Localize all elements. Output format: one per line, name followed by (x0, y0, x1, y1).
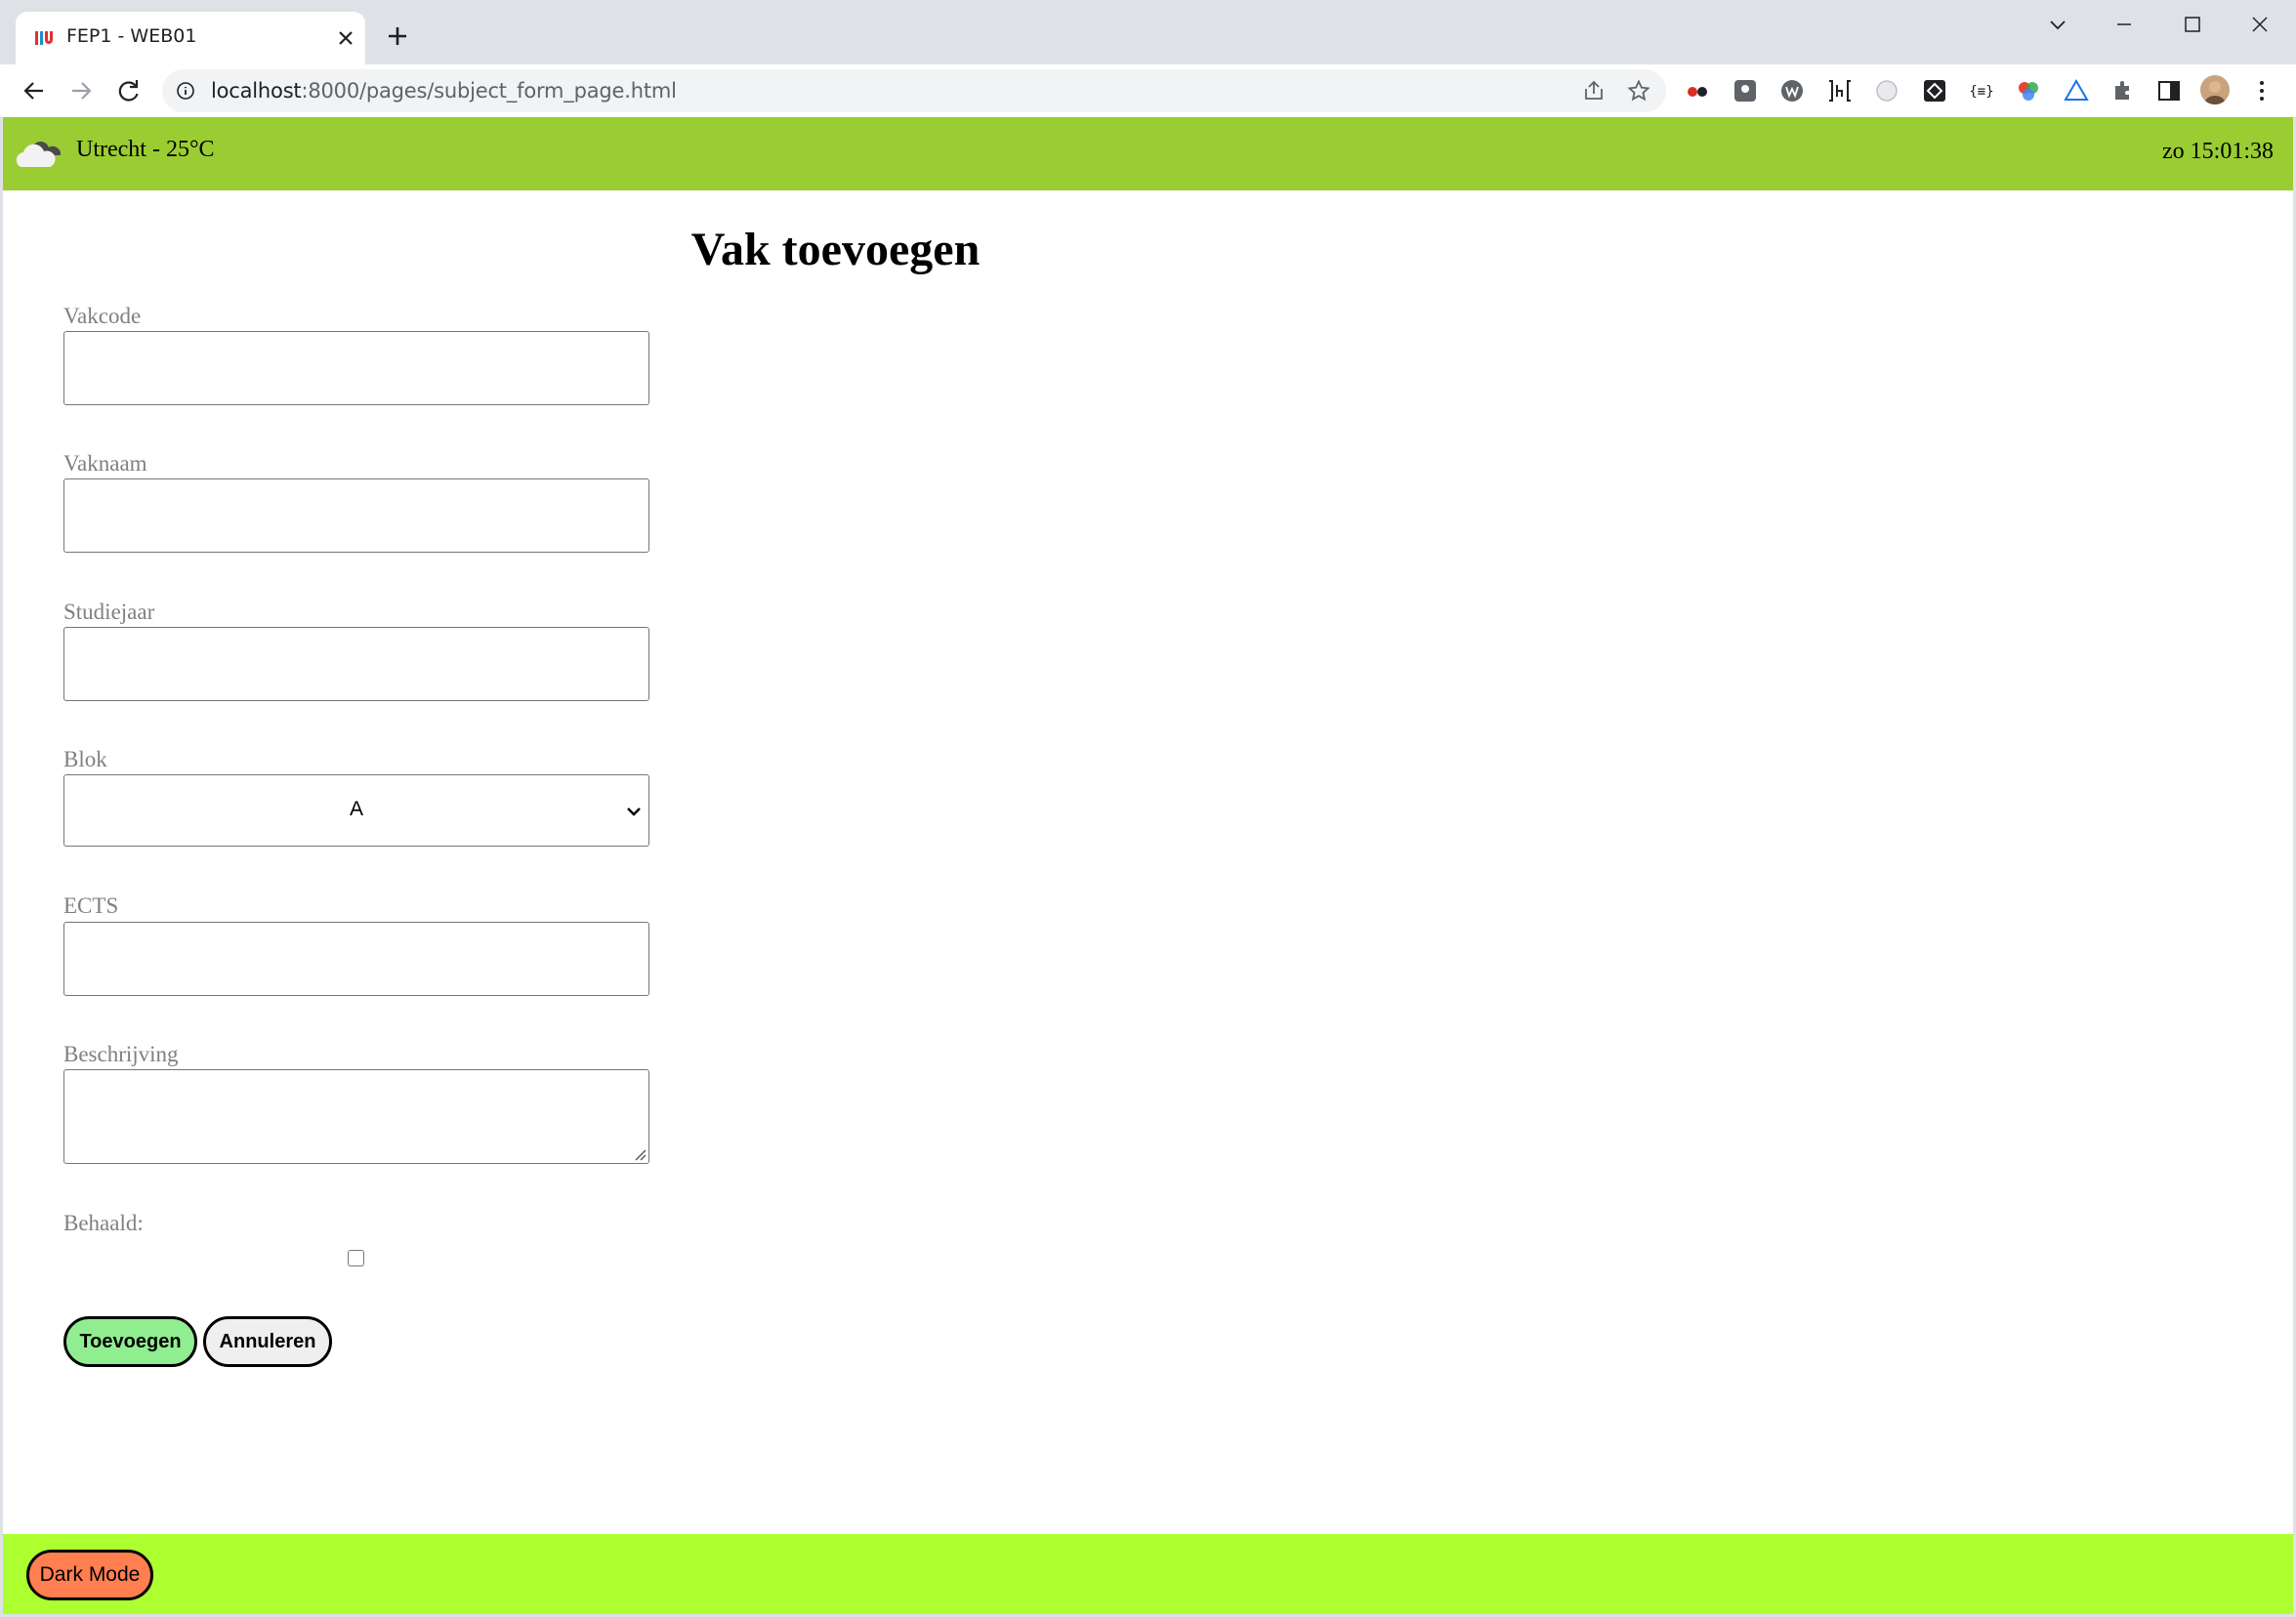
weather-text: Utrecht - 25°C (76, 137, 215, 162)
address-bar[interactable]: localhost:8000/pages/subject_form_page.h… (162, 69, 1666, 112)
tab-search-chevron-icon[interactable] (2043, 10, 2072, 39)
extension-braces-icon[interactable]: {≡} (1968, 77, 1995, 104)
extension-square-icon[interactable] (1732, 77, 1759, 104)
profile-face-icon (2204, 81, 2226, 104)
blok-select[interactable]: A (63, 774, 649, 847)
close-window-icon[interactable] (2245, 10, 2275, 39)
minimize-icon[interactable] (2109, 10, 2139, 39)
site-header: Utrecht - 25°C zo 15:01:38 (3, 117, 2293, 190)
url-path: :8000/pages/subject_form_page.html (301, 79, 677, 103)
browser-toolbar: localhost:8000/pages/subject_form_page.h… (0, 64, 2296, 117)
url-text: localhost:8000/pages/subject_form_page.h… (211, 79, 677, 103)
browser-menu-icon[interactable] (2248, 77, 2275, 104)
vakcode-label: Vakcode (63, 304, 142, 328)
studiejaar-label: Studiejaar (63, 600, 155, 624)
vaknaam-input[interactable] (63, 478, 649, 553)
dark-mode-button[interactable]: Dark Mode (26, 1550, 153, 1600)
cloud-icon (16, 141, 62, 167)
behaald-label: Behaald: (63, 1211, 144, 1235)
tab-title: FEP1 - WEB01 (66, 25, 197, 47)
extension-diamond-icon[interactable] (1921, 77, 1948, 104)
clock-text: zo 15:01:38 (2162, 139, 2274, 164)
blok-selected-value: A (349, 798, 363, 820)
beschrijving-textarea[interactable] (63, 1069, 649, 1164)
reload-icon[interactable] (114, 76, 144, 105)
extension-h-icon[interactable] (1826, 77, 1854, 104)
extension-glasses-icon[interactable] (1684, 77, 1711, 104)
ects-input[interactable] (63, 922, 649, 996)
back-arrow-icon[interactable] (20, 76, 49, 105)
profile-avatar[interactable] (2200, 75, 2230, 104)
site-footer: Dark Mode (3, 1534, 2293, 1614)
blok-label: Blok (63, 747, 107, 771)
site-favicon-icon (35, 31, 53, 45)
beschrijving-label: Beschrijving (63, 1042, 179, 1066)
side-panel-icon[interactable] (2155, 77, 2183, 104)
site-info-icon[interactable] (176, 81, 195, 101)
extension-circle-icon[interactable] (1873, 77, 1900, 104)
bookmark-star-icon[interactable] (1627, 79, 1650, 103)
extension-color-wheel-icon[interactable] (2015, 77, 2042, 104)
add-button[interactable]: Toevoegen (63, 1316, 197, 1367)
ects-label: ECTS (63, 893, 119, 918)
url-host: localhost (211, 79, 302, 103)
cancel-button[interactable]: Annuleren (203, 1316, 332, 1367)
share-icon[interactable] (1582, 79, 1606, 103)
vakcode-input[interactable] (63, 331, 649, 405)
extension-wordpress-icon[interactable] (1778, 77, 1806, 104)
forward-arrow-icon[interactable] (66, 76, 96, 105)
new-tab-icon[interactable] (385, 23, 410, 49)
behaald-checkbox[interactable] (348, 1250, 364, 1266)
browser-titlebar: FEP1 - WEB01 (0, 0, 2296, 64)
page-viewport: Utrecht - 25°C zo 15:01:38 Vak toevoegen… (3, 117, 2293, 1614)
close-tab-icon[interactable] (334, 26, 357, 50)
vaknaam-label: Vaknaam (63, 451, 147, 476)
page-title: Vak toevoegen (690, 224, 981, 275)
resize-grip-icon[interactable] (633, 1147, 647, 1161)
browser-tab[interactable]: FEP1 - WEB01 (16, 12, 365, 64)
chevron-down-icon (627, 808, 641, 816)
studiejaar-input[interactable] (63, 627, 649, 701)
extensions-puzzle-icon[interactable] (2109, 77, 2137, 104)
maximize-icon[interactable] (2178, 10, 2207, 39)
svg-text:{≡}: {≡} (1969, 84, 1993, 100)
extension-triangle-icon[interactable] (2063, 77, 2090, 104)
